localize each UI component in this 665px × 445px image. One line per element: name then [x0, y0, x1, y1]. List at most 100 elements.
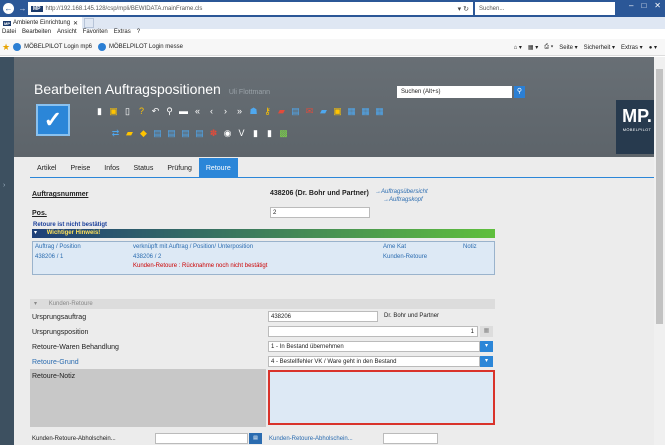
minimize-icon[interactable]: – [629, 1, 633, 10]
grid-warning: Kunden-Retoure : Rücknahme noch nicht be… [133, 263, 268, 269]
site-icon: MP [31, 5, 43, 12]
next-icon[interactable]: › [220, 106, 231, 117]
key-icon[interactable]: ⚷ [262, 106, 273, 117]
search-icon[interactable]: ⚲ [164, 106, 175, 117]
favorite-link[interactable]: MÖBELPILOT Login mp6 [13, 43, 92, 51]
toolbar-row-1: ▮ ▣ ▯ ? ↶ ⚲ ▬ « ‹ › » ☗ ⚷ ▰ ▤ ✉ ▰ ▣ ▦ ▦ … [94, 106, 385, 117]
list3-icon[interactable]: ▤ [180, 128, 191, 139]
report2-icon[interactable]: ▦ [360, 106, 371, 117]
list-icon[interactable]: ▤ [152, 128, 163, 139]
list2-icon[interactable]: ▤ [166, 128, 177, 139]
favorite-link[interactable]: MÖBELPILOT Login messe [98, 43, 183, 51]
notiz-textarea[interactable] [268, 370, 495, 425]
page-menu[interactable]: Seite ▾ [559, 44, 577, 51]
report-icon[interactable]: ▦ [346, 106, 357, 117]
truck-icon[interactable]: ▰ [276, 106, 287, 117]
delete-icon[interactable]: ▯ [122, 106, 133, 117]
chart-icon[interactable]: ▤ [290, 106, 301, 117]
back-button[interactable]: ← [3, 3, 14, 14]
auftragsuebersicht-link[interactable]: →Auftragsübersicht [375, 189, 428, 195]
expand-sidebar-icon[interactable]: › [3, 182, 5, 189]
menu-datei[interactable]: Datei [2, 29, 16, 39]
prev-icon[interactable]: ‹ [206, 106, 217, 117]
print-icon[interactable]: ▬ [178, 106, 189, 117]
tab-pruefung[interactable]: Prüfung [160, 158, 199, 178]
first-icon[interactable]: « [192, 106, 203, 117]
browser-search-input[interactable]: Suchen... [475, 2, 615, 15]
report3-icon[interactable]: ▦ [374, 106, 385, 117]
toolbar-row-2: ⇄ ▰ ◆ ▤ ▤ ▤ ▤ ✽ ◉ V ▮ ▮ ▩ [110, 128, 289, 139]
tab-retoure[interactable]: Retoure [198, 158, 238, 178]
menu-favoriten[interactable]: Favoriten [83, 29, 108, 39]
document-icon[interactable]: ▮ [94, 106, 105, 117]
abholschein-field[interactable] [155, 433, 248, 444]
tab-preise[interactable]: Preise [63, 158, 97, 178]
image-icon[interactable]: ▩ [278, 128, 289, 139]
grund-label[interactable]: Retoure-Grund [32, 359, 79, 366]
grund-select[interactable]: 4 - Bestellfehler VK / Ware geht in den … [268, 356, 480, 367]
undo-icon[interactable]: ↶ [150, 106, 161, 117]
v-icon[interactable]: V [236, 128, 247, 139]
tag-icon[interactable]: ◆ [138, 128, 149, 139]
safety-menu[interactable]: Sicherheit ▾ [584, 44, 615, 51]
menu-extras[interactable]: Extras [114, 29, 131, 39]
disk-icon[interactable]: ◉ [222, 128, 233, 139]
pos-field[interactable]: 2 [270, 207, 370, 218]
transfer-icon[interactable]: ⇄ [110, 128, 121, 139]
new-tab-button[interactable] [84, 18, 94, 28]
tab-status[interactable]: Status [126, 158, 160, 178]
auftragskopf-link[interactable]: →Auftragskopf [383, 197, 423, 203]
tab-close-icon[interactable]: ✕ [73, 20, 78, 27]
ie-icon [13, 43, 22, 51]
last-icon[interactable]: » [234, 106, 245, 117]
help-icon[interactable]: ● ▾ [649, 44, 657, 51]
menu-help[interactable]: ? [137, 29, 140, 39]
list4-icon[interactable]: ▤ [194, 128, 205, 139]
app-search-input[interactable]: Suchen (Alt+s) [397, 86, 512, 98]
app-search-button[interactable]: ⚲ [514, 86, 525, 98]
ursprungsposition-field[interactable]: 1 [268, 326, 478, 337]
print-icon[interactable]: ⎙ ▾ [544, 44, 553, 51]
dropdown-arrow-icon[interactable]: ▾ [480, 356, 493, 367]
flag-icon[interactable]: ✽ [208, 128, 219, 139]
feeds-icon[interactable]: ▦ ▾ [528, 44, 538, 51]
behandlung-label: Retoure-Waren Behandlung [32, 344, 119, 351]
address-bar[interactable]: MP http://192.168.145.128/csp/mpli/BEWID… [28, 2, 473, 15]
collapse-icon[interactable]: ▾ [34, 301, 37, 307]
stamp-icon[interactable]: ✉ [304, 106, 315, 117]
page2-icon[interactable]: ▮ [264, 128, 275, 139]
scrollbar-thumb[interactable] [656, 69, 663, 324]
ursprungsauftrag-label: Ursprungsauftrag [32, 314, 87, 321]
abholschein-field-2[interactable] [383, 433, 438, 444]
delivery-icon[interactable]: ▰ [318, 106, 329, 117]
lookup-icon[interactable]: ▤ [249, 433, 262, 444]
save-check-button[interactable]: ✓ [36, 104, 70, 136]
maximize-icon[interactable]: □ [641, 1, 646, 10]
behandlung-select[interactable]: 1 - In Bestand übernehmen [268, 341, 480, 352]
menu-ansicht[interactable]: Ansicht [57, 29, 77, 39]
home-icon[interactable]: ⌂ ▾ [514, 44, 522, 51]
refresh-icon[interactable]: ▾ ↻ [458, 5, 469, 13]
calculator-icon[interactable]: ▦ [480, 326, 493, 337]
grid-cell[interactable]: 438206 / 2 [133, 254, 161, 260]
tab-artikel[interactable]: Artikel [30, 158, 63, 178]
folder-icon[interactable]: ▣ [332, 106, 343, 117]
scrollbar[interactable] [654, 57, 665, 445]
person-icon[interactable]: ☗ [248, 106, 259, 117]
dropdown-arrow-icon[interactable]: ▾ [480, 341, 493, 352]
favorites-star-icon[interactable]: ★ [2, 42, 10, 53]
page-icon[interactable]: ▮ [250, 128, 261, 139]
ursprungsauftrag-field[interactable]: 438206 [268, 311, 378, 322]
menu-bearbeiten[interactable]: Bearbeiten [22, 29, 51, 39]
help-icon[interactable]: ? [136, 106, 147, 117]
browser-tab[interactable]: MP Ambiente Einrichtung ✕ [0, 17, 82, 29]
copy-icon[interactable]: ▣ [108, 106, 119, 117]
collapse-icon[interactable]: ▾ [34, 230, 37, 236]
tab-infos[interactable]: Infos [97, 158, 126, 178]
abholschein-link[interactable]: Kunden-Retoure-Abholschein... [269, 436, 353, 442]
split-icon[interactable]: ▰ [124, 128, 135, 139]
close-icon[interactable]: ✕ [654, 1, 661, 10]
tools-menu[interactable]: Extras ▾ [621, 44, 643, 51]
grid-cell[interactable]: 438206 / 1 [35, 254, 63, 260]
forward-button[interactable]: → [17, 3, 28, 14]
